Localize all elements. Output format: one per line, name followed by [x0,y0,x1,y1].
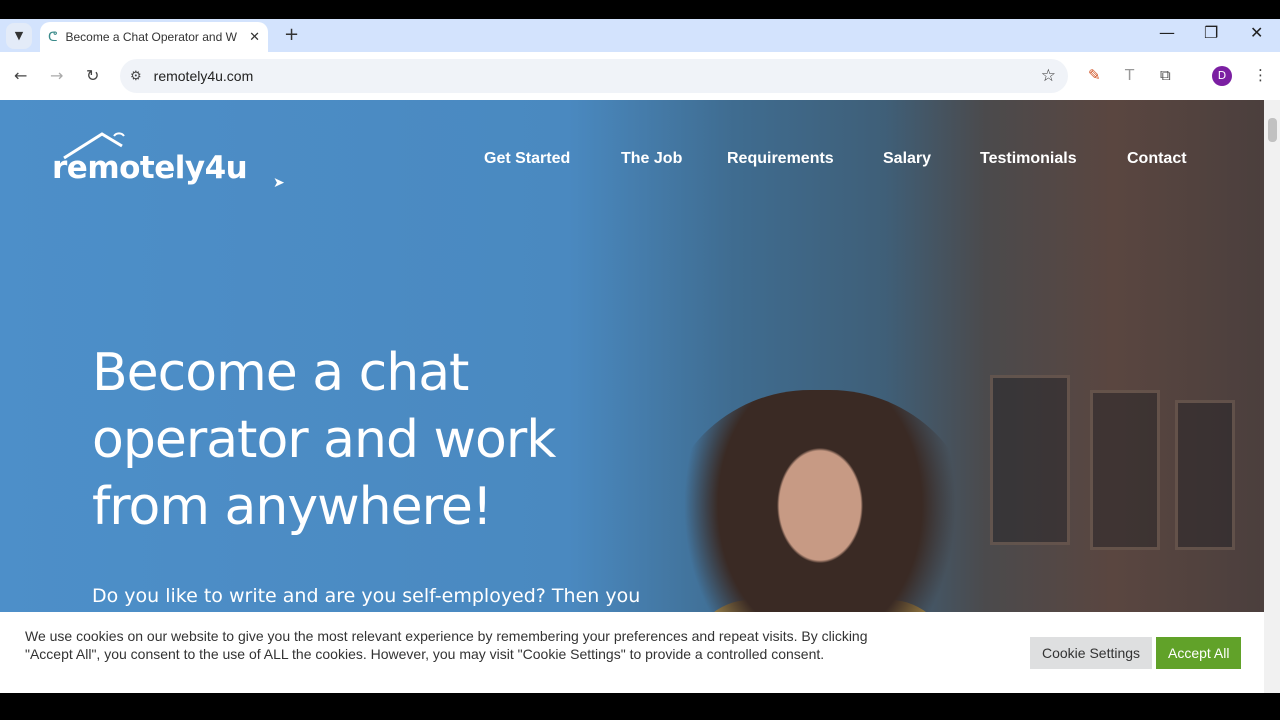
nav-get-started[interactable]: Get Started [484,150,570,168]
nav-contact[interactable]: Contact [1127,150,1187,168]
tab-title: Become a Chat Operator and W [65,30,237,44]
url-text: remotely4u.com [153,68,254,84]
top-bar [0,0,1280,19]
nav-requirements[interactable]: Requirements [727,150,834,168]
hero-title: Become a chat operator and work from any… [92,340,556,541]
cookie-banner: We use cookies on our website to give yo… [0,612,1264,693]
site-logo[interactable]: remotely4u [52,150,248,186]
browser-toolbar: ← → ↻ ⚙ remotely4u.com ☆ ✎ T ⧉ ⋮ [0,52,1280,100]
hero-line: operator and work [92,410,556,470]
extensions-puzzle-icon[interactable]: ⧉ [1160,66,1171,84]
nav-the-job[interactable]: The Job [621,150,682,168]
active-tab[interactable]: ᕦ Become a Chat Operator and W ✕ [40,22,268,52]
menu-kebab-icon[interactable]: ⋮ [1253,66,1268,84]
restore-icon[interactable]: ❐ [1204,23,1218,42]
mouse-cursor-icon: ➤ [273,175,285,191]
forward-icon[interactable]: → [50,66,63,85]
site-info-icon[interactable]: ⚙ [130,68,142,84]
back-icon[interactable]: ← [14,66,27,85]
hero-subtitle: Do you like to write and are you self-em… [92,585,641,607]
cookie-text: We use cookies on our website to give yo… [25,628,868,662]
text-extension-icon[interactable]: T [1125,66,1134,84]
tab-search-button[interactable]: ▼ [6,23,32,49]
close-tab-icon[interactable]: ✕ [249,29,260,45]
profile-avatar[interactable]: D [1212,66,1232,86]
bookmark-star-icon[interactable]: ☆ [1041,66,1056,86]
taskbar [0,693,1280,720]
page-scrollbar[interactable] [1264,100,1280,693]
nav-salary[interactable]: Salary [883,150,931,168]
building-window [990,375,1070,545]
nav-testimonials[interactable]: Testimonials [980,150,1077,168]
favicon-icon: ᕦ [48,29,58,44]
cookie-settings-button[interactable]: Cookie Settings [1030,637,1153,669]
minimize-icon[interactable]: — [1159,23,1175,42]
accept-all-button[interactable]: Accept All [1156,637,1242,669]
reload-icon[interactable]: ↻ [86,66,99,85]
hero-line: from anywhere! [92,477,493,537]
address-bar[interactable]: ⚙ remotely4u.com ☆ [120,59,1068,93]
eyedropper-extension-icon[interactable]: ✎ [1088,66,1101,84]
building-window [1175,400,1235,550]
hero-line: Become a chat [92,343,469,403]
building-window [1090,390,1160,550]
new-tab-button[interactable]: + [284,24,299,45]
scrollbar-thumb[interactable] [1268,118,1277,142]
tab-strip: ▼ ᕦ Become a Chat Operator and W ✕ + — ❐… [0,19,1280,52]
close-window-icon[interactable]: ✕ [1250,23,1263,42]
